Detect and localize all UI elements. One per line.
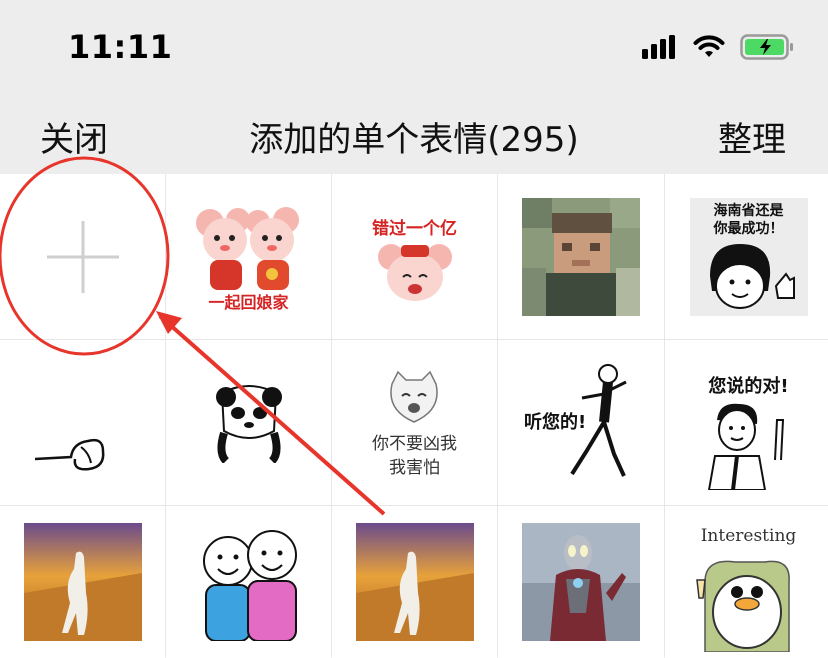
sticker-meme-face: 海南省还是 你最成功！ [689, 197, 808, 316]
sticker-ultraman-image [522, 523, 640, 641]
sticker-item[interactable]: 一起回娘家 [166, 174, 331, 339]
sticker-grid: 一起回娘家 错过一个亿 海南省还是 你最成功！ 你不要凶我 我害怕 听您的! 您… [0, 174, 828, 658]
sticker-item[interactable] [166, 506, 331, 658]
sticker-caption-line: 你不要凶我 [372, 434, 457, 454]
sticker-alpaca-image [23, 523, 142, 641]
sticker-two-friends-image [202, 530, 297, 641]
sticker-duck-chair-image [696, 560, 790, 652]
sticker-panda-image [215, 384, 282, 463]
sticker-dancing-man-image [570, 364, 627, 477]
sticker-item[interactable]: 您说的对! [665, 340, 828, 505]
sticker-pointing-man-image [707, 403, 785, 490]
sticker-item[interactable] [498, 174, 664, 339]
sticker-caption: 你不要凶我 我害怕 [332, 432, 497, 480]
sticker-crying-mouse-image [377, 243, 452, 301]
sticker-item[interactable] [166, 340, 331, 505]
organize-button[interactable]: 整理 [718, 112, 786, 161]
sticker-item[interactable]: 海南省还是 你最成功！ [665, 174, 828, 339]
sticker-caption: 一起回娘家 [208, 293, 289, 312]
plus-icon [46, 220, 119, 293]
sticker-item[interactable]: 听您的! [498, 340, 664, 505]
sticker-item[interactable] [498, 506, 664, 658]
sticker-item[interactable]: Interesting [665, 506, 828, 658]
status-icons [642, 34, 794, 64]
sticker-item[interactable]: 错过一个亿 [332, 174, 497, 339]
wifi-icon [692, 35, 726, 63]
sticker-caption: Interesting [700, 526, 797, 546]
sticker-alpaca-image [355, 523, 474, 641]
status-time: 11:11 [68, 28, 173, 66]
page-title: 添加的单个表情(295) [249, 120, 579, 160]
status-bar: 11:11 [0, 0, 828, 96]
nav-bar: 关闭 添加的单个表情(295) 整理 [0, 96, 828, 174]
sticker-caption-line: 海南省还是 [713, 202, 784, 219]
sticker-pixelated-photo [522, 197, 640, 316]
sticker-crying-cat-face [390, 370, 438, 423]
sticker-caption: 您说的对! [708, 376, 789, 397]
add-sticker-button[interactable] [0, 174, 165, 339]
sticker-caption: 错过一个亿 [372, 219, 457, 239]
sticker-hand-doodle [34, 438, 104, 471]
page-title-wrap: 添加的单个表情(295) [0, 112, 828, 161]
sticker-caption: 海南省还是 你最成功！ [690, 202, 808, 238]
sticker-caption-line: 我害怕 [389, 458, 440, 478]
sticker-item[interactable] [0, 340, 165, 505]
sticker-item[interactable]: 你不要凶我 我害怕 [332, 340, 497, 505]
meme-face-icon [709, 243, 795, 309]
battery-icon [740, 34, 794, 64]
sticker-item[interactable] [332, 506, 497, 658]
cellular-signal-icon [642, 35, 678, 63]
sticker-item[interactable] [0, 506, 165, 658]
